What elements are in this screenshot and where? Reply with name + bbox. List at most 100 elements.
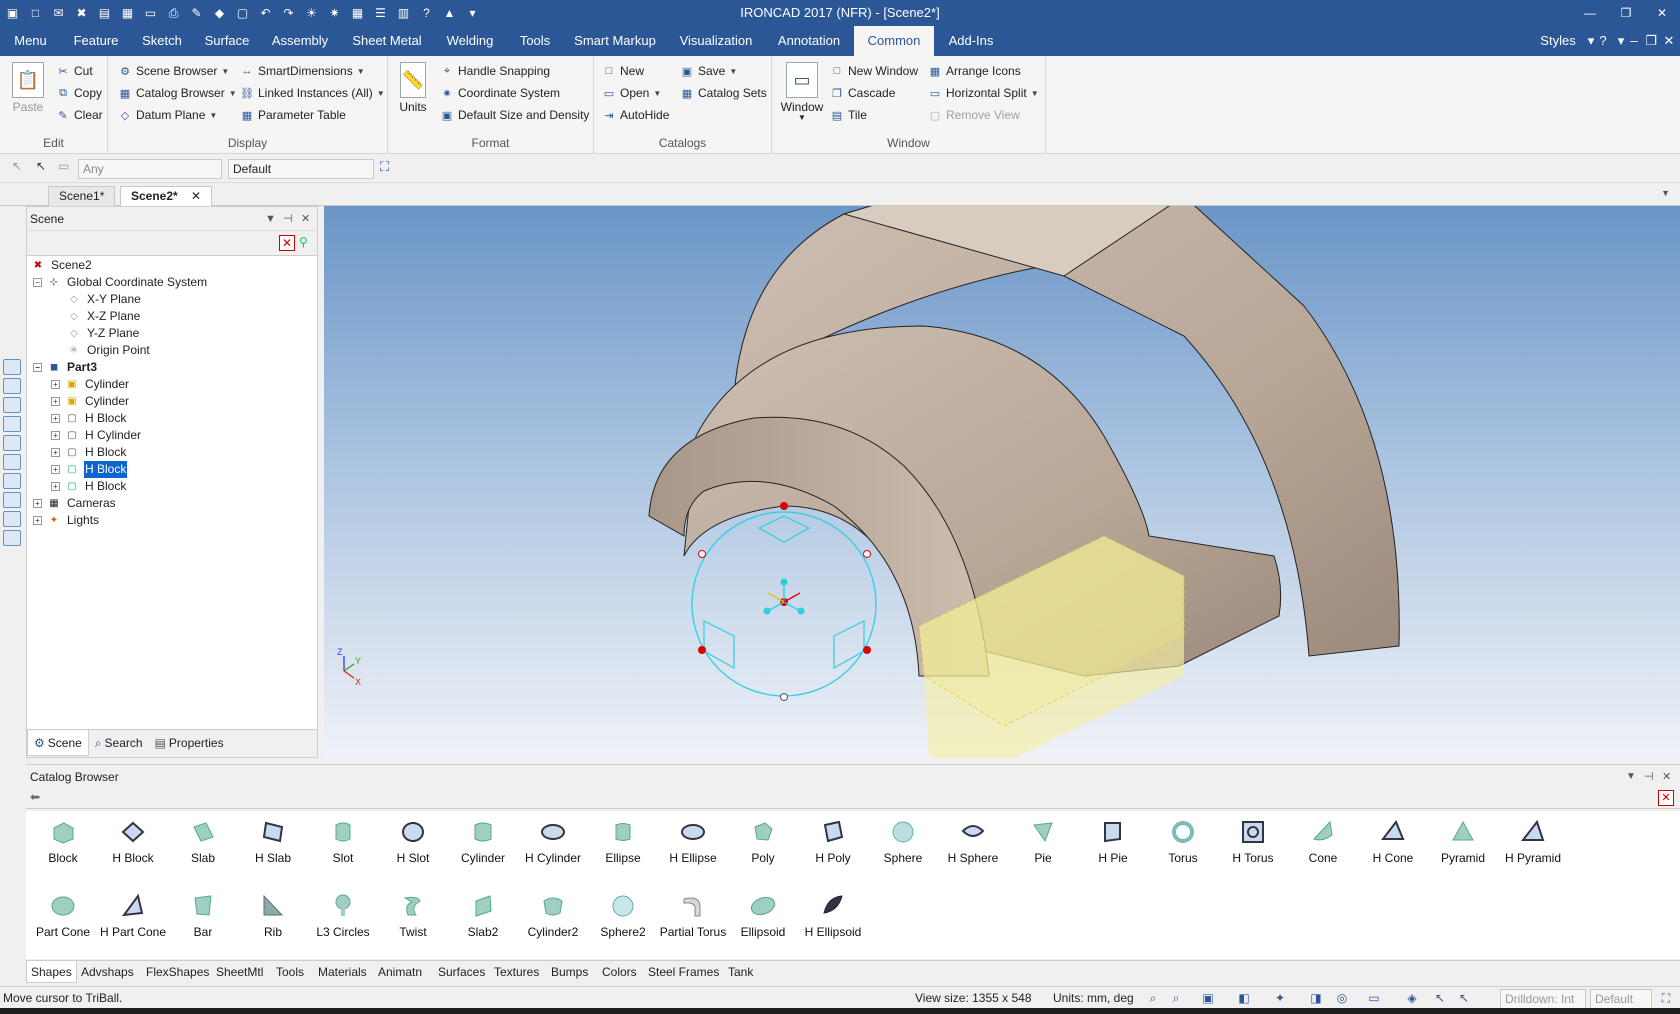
tab-feature[interactable]: Feature [63, 26, 129, 56]
pointer-icon[interactable]: ↖ [36, 159, 52, 175]
catalog-item-h-torus[interactable]: H Torus [1218, 817, 1288, 865]
select-mode-icon[interactable]: ↖ [1456, 990, 1472, 1006]
graduation-icon[interactable]: ▲ [439, 3, 460, 23]
window-button[interactable]: ▭ Window ▼ [780, 62, 824, 122]
catalog-item-partial-torus[interactable]: Partial Torus [658, 891, 728, 939]
pointer-mode-icon[interactable]: ↖ [1432, 990, 1448, 1006]
expand-icon[interactable]: + [33, 516, 42, 525]
catalog-item-ellipse[interactable]: Ellipse [588, 817, 658, 865]
pdf-icon[interactable]: ▤ [94, 3, 115, 23]
tab-tools[interactable]: Tools [276, 961, 304, 983]
pin-icon[interactable]: ⊣ [1644, 765, 1654, 789]
catalog-item-ellipsoid[interactable]: Ellipsoid [728, 891, 798, 939]
redo-icon[interactable]: ↷ [278, 3, 299, 23]
tabs-dropdown-icon[interactable]: ▼ [1661, 188, 1670, 198]
tree-node-yz-plane[interactable]: ◇ Y-Z Plane [67, 325, 140, 342]
catalog-item-cylinder[interactable]: Cylinder [448, 817, 518, 865]
catalog-item-h-pie[interactable]: H Pie [1078, 817, 1148, 865]
close-panel-icon[interactable]: ✕ [1662, 765, 1671, 789]
print-icon[interactable]: ⎙ [163, 3, 184, 23]
tree-node-feature-selected[interactable]: + ▢ H Block [51, 461, 128, 478]
hole-tool-icon[interactable] [3, 511, 21, 527]
extrude-tool-icon[interactable] [3, 378, 21, 394]
minimize-icon[interactable]: — [1572, 0, 1608, 26]
tab-scene2[interactable]: Scene2* ✕ [120, 186, 213, 206]
tab-properties[interactable]: ▤ Properties [149, 730, 230, 756]
tab-scene1[interactable]: Scene1* [48, 186, 116, 206]
tree-node-origin-point[interactable]: ✳ Origin Point [67, 342, 151, 359]
triball-right-handle[interactable] [833, 620, 865, 670]
tab-assembly[interactable]: Assembly [265, 26, 335, 56]
linked-instances-button[interactable]: ⛓ Linked Instances (All) ▼ [240, 83, 385, 103]
expand-icon[interactable]: + [51, 414, 60, 423]
scene-browser-button[interactable]: ⚙ Scene Browser ▼ [118, 61, 229, 81]
default-size-button[interactable]: ▣ Default Size and Density [440, 105, 590, 125]
cut-button[interactable]: ✂ Cut [56, 61, 92, 81]
copy-button[interactable]: ⧉ Copy [56, 83, 102, 103]
catalog-item-h-slot[interactable]: H Slot [378, 817, 448, 865]
table-icon[interactable]: ▦ [347, 3, 368, 23]
catalog-browser-button[interactable]: ▦ Catalog Browser ▼ [118, 83, 237, 103]
tab-visualization[interactable]: Visualization [676, 26, 756, 56]
tab-advshaps[interactable]: Advshaps [81, 961, 134, 983]
tab-bumps[interactable]: Bumps [551, 961, 588, 983]
hierarchy-icon[interactable]: ⛶ [1658, 990, 1674, 1006]
catalog-item-slot[interactable]: Slot [308, 817, 378, 865]
tree-node-part3[interactable]: − ◼ Part3 [33, 359, 98, 376]
tree-node-feature[interactable]: + ▣ Cylinder [51, 376, 130, 393]
shape-icon[interactable]: ◆ [209, 3, 230, 23]
shell-tool-icon[interactable] [3, 454, 21, 470]
triball-handle-right[interactable] [863, 646, 871, 654]
section-icon[interactable]: ◨ [1308, 990, 1324, 1006]
tab-steel-frames[interactable]: Steel Frames [648, 961, 719, 983]
catalog-item-h-cone[interactable]: H Cone [1358, 817, 1428, 865]
catalog-item-h-slab[interactable]: H Slab [238, 817, 308, 865]
pages-icon[interactable]: ▥ [393, 3, 414, 23]
tool-icon[interactable]: ✎ [186, 3, 207, 23]
zoom-icon[interactable]: ⌕ [1145, 990, 1161, 1006]
catalog-item-h-block[interactable]: H Block [98, 817, 168, 865]
tab-textures[interactable]: Textures [494, 961, 539, 983]
tab-scene[interactable]: ⚙ Scene [27, 730, 89, 756]
panel-dropdown-icon[interactable]: ▼ [1626, 765, 1636, 789]
tab-smart-markup[interactable]: Smart Markup [570, 26, 660, 56]
handle-snapping-button[interactable]: ⌖ Handle Snapping [440, 61, 550, 81]
triball-axis-handle[interactable] [763, 607, 771, 615]
catalog-item-h-ellipse[interactable]: H Ellipse [658, 817, 728, 865]
close-window-icon[interactable]: ✕ [1644, 0, 1680, 26]
triball-handle-bottom[interactable] [780, 693, 788, 701]
tree-node-xy-plane[interactable]: ◇ X-Y Plane [67, 291, 142, 308]
triball-axis-handle[interactable] [780, 578, 788, 586]
tab-shapes[interactable]: Shapes [26, 961, 77, 983]
new-catalog-button[interactable]: □ New [602, 61, 644, 81]
triball-handle-top[interactable] [780, 502, 788, 510]
expand-icon[interactable]: + [51, 482, 60, 491]
collapse-icon[interactable]: − [33, 363, 42, 372]
close-doc-icon[interactable]: ✖ [71, 3, 92, 23]
email-icon[interactable]: ✉ [48, 3, 69, 23]
3d-viewport[interactable]: Z Y X [324, 206, 1680, 758]
filter-options-icon[interactable]: ⚲ [299, 235, 315, 251]
remove-view-button[interactable]: ▢ Remove View [928, 105, 1020, 125]
tree-node-cameras[interactable]: + ▦ Cameras [33, 495, 117, 512]
box-select-icon[interactable]: ▭ [58, 159, 74, 175]
tab-tools[interactable]: Tools [513, 26, 557, 56]
snapshot-icon[interactable]: ▢ [232, 3, 253, 23]
tab-flexshapes[interactable]: FlexShapes [146, 961, 209, 983]
expand-icon[interactable]: + [51, 448, 60, 457]
catalog-item-cone[interactable]: Cone [1288, 817, 1358, 865]
new-file-icon[interactable]: □ [25, 3, 46, 23]
select-tool-icon[interactable]: ↖ [12, 159, 28, 175]
catalog-item-slab[interactable]: Slab [168, 817, 238, 865]
tab-search[interactable]: ⌕ Search [89, 730, 149, 756]
catalog-item-rib[interactable]: Rib [238, 891, 308, 939]
tab-tank[interactable]: Tank [728, 961, 753, 983]
list-icon[interactable]: ☰ [370, 3, 391, 23]
close-panel-icon[interactable]: ✕ [301, 207, 310, 231]
coordinate-system-button[interactable]: ✷ Coordinate System [440, 83, 560, 103]
horizontal-split-button[interactable]: ▭ Horizontal Split ▼ [928, 83, 1039, 103]
expand-icon[interactable]: + [51, 380, 60, 389]
triball-handle-ur[interactable] [863, 550, 871, 558]
tile-button[interactable]: ▤ Tile [830, 105, 867, 125]
catalog-item-poly[interactable]: Poly [728, 817, 798, 865]
